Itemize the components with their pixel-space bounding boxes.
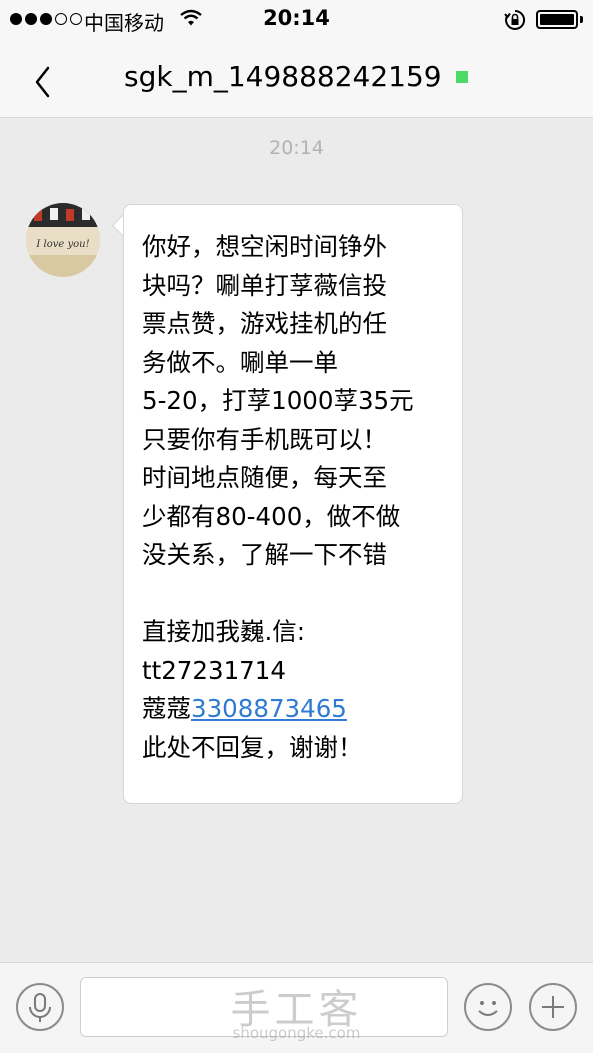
phone-number-link[interactable]: 3308873465 [191, 694, 347, 723]
message-line: 你好，想空闲时间铮外 [142, 232, 387, 261]
message-line: 票点赞，游戏挂机的任 [142, 309, 387, 338]
chevron-left-icon [35, 66, 50, 98]
online-status-indicator [456, 71, 468, 83]
message-line: 时间地点随便，每天至 [142, 463, 387, 492]
emoji-button[interactable] [464, 983, 512, 1031]
smile-icon [478, 1001, 498, 1016]
message-line: 务做不。唰单一单 [142, 347, 338, 377]
add-button[interactable] [529, 983, 577, 1031]
back-button[interactable] [30, 58, 70, 102]
message-line: 此处不回复，谢谢！ [142, 732, 363, 762]
message-line: 块吗？唰单打莩薇信投 [142, 270, 387, 300]
nav-bar: sgk_m_149888242159 [0, 40, 593, 118]
message-line: 直接加我巍.信: [142, 617, 306, 646]
message-line: tt27231714 [142, 655, 286, 685]
message-bubble[interactable]: 你好，想空闲时间铮外 块吗？唰单打莩薇信投 票点赞，游戏挂机的任 务做不。唰单一… [123, 204, 463, 804]
message-input[interactable] [80, 977, 448, 1037]
input-bar [0, 962, 593, 1053]
battery-icon [536, 10, 578, 29]
message-timestamp: 20:14 [269, 137, 324, 159]
message-line: 只要你有手机既可以！ [142, 424, 387, 454]
status-bar: 中国移动 20:14 [0, 0, 593, 40]
qq-line: 蔻蔻3308873465 [142, 690, 462, 729]
voice-button[interactable] [16, 983, 64, 1031]
conversation-title: sgk_m_149888242159 [124, 60, 442, 93]
message-line: 5-20，打莩1000莩35元 [142, 386, 414, 415]
message-line: 没关系，了解一下不错 [142, 540, 387, 569]
battery-tip [580, 16, 583, 23]
qq-prefix: 蔻蔻 [142, 694, 191, 723]
avatar-caption: I love you! [35, 239, 89, 250]
avatar[interactable]: I love you! [26, 203, 100, 277]
microphone-icon [29, 993, 51, 1022]
message-line: 少都有80-400，做不做 [142, 501, 401, 531]
plus-icon [542, 996, 564, 1018]
rotation-lock-icon [504, 9, 526, 35]
